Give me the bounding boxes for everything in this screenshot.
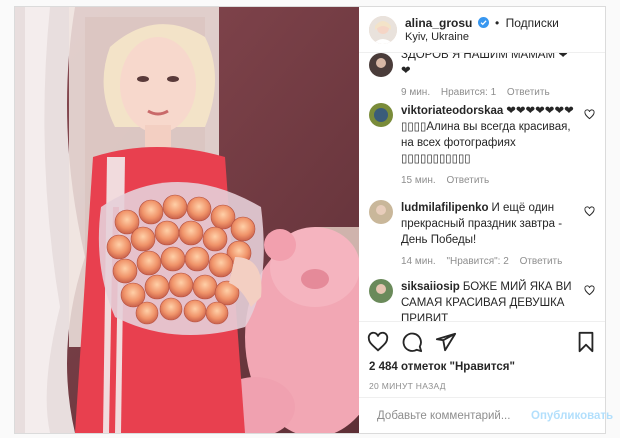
post-photo-illustration <box>15 7 359 433</box>
heart-icon[interactable] <box>584 206 595 217</box>
post-timestamp: 20 минут назад <box>369 381 446 391</box>
comment-avatar[interactable] <box>369 279 393 303</box>
comment-input[interactable] <box>377 409 531 422</box>
comment-reply-button[interactable]: Ответить <box>520 256 563 267</box>
author-avatar[interactable] <box>369 15 397 44</box>
comment-likes[interactable]: Нравится: 1 <box>441 87 496 98</box>
comment-text: ЗДОРОВ Я НАШИМ МАМАМ ❤❤ <box>401 53 568 77</box>
following-button[interactable]: Подписки <box>506 16 559 30</box>
heart-icon[interactable] <box>584 109 595 120</box>
comment-time: 15 мин. <box>401 175 436 186</box>
comment-likes[interactable]: "Нравится": 2 <box>446 256 508 267</box>
comment-avatar[interactable] <box>369 103 393 127</box>
like-heart-icon[interactable] <box>367 331 389 353</box>
separator-dot: • <box>495 15 500 30</box>
verified-badge-icon <box>477 16 489 28</box>
post-location[interactable]: Kyiv, Ukraine <box>405 30 559 44</box>
comment-item: siksaiiosip БОЖЕ МИЙ ЯКА ВИ САМАЯ КРАСИВА… <box>369 279 595 321</box>
comment-username[interactable]: viktoriateodorskaa <box>401 105 503 117</box>
comment-meta: 9 мин. Нравится: 1 Ответить <box>401 87 595 98</box>
comment-meta: 14 мин. "Нравится": 2 Ответить <box>401 256 595 267</box>
likes-count[interactable]: 2 484 отметок "Нравится" <box>359 361 605 377</box>
post-photo[interactable] <box>15 7 359 433</box>
comment-item: viktoriateodorskaa ❤❤❤❤❤❤❤▯▯▯▯Алина вы вс… <box>369 103 595 186</box>
add-comment-bar: Опубликовать <box>359 397 613 433</box>
comment-icon[interactable] <box>401 331 423 353</box>
comment-avatar[interactable] <box>369 53 393 77</box>
comments-list[interactable]: ЗДОРОВ Я НАШИМ МАМАМ ❤❤ 9 мин. Нравится:… <box>359 53 605 321</box>
share-icon[interactable] <box>435 331 457 353</box>
comment-item: ludmilafilipenko И ещё один прекрасный пр… <box>369 200 595 267</box>
instagram-post-modal: alina_grosu • Подписки Kyiv, Ukraine ЗДО… <box>14 6 613 434</box>
comment-time: 14 мин. <box>401 256 436 267</box>
comment-reply-button[interactable]: Ответить <box>446 175 489 186</box>
publish-button[interactable]: Опубликовать <box>531 410 613 422</box>
comment-avatar[interactable] <box>369 200 393 224</box>
post-header: alina_grosu • Подписки Kyiv, Ukraine <box>359 7 605 53</box>
page-background: alina_grosu • Подписки Kyiv, Ukraine ЗДО… <box>0 0 620 438</box>
bookmark-icon[interactable] <box>575 331 597 353</box>
comment-username[interactable]: ludmilafilipenko <box>401 202 489 214</box>
post-actions-bar <box>359 321 605 361</box>
comment-reply-button[interactable]: Ответить <box>507 87 550 98</box>
heart-icon[interactable] <box>584 285 595 296</box>
comment-time: 9 мин. <box>401 87 431 98</box>
post-side-panel: alina_grosu • Подписки Kyiv, Ukraine ЗДО… <box>359 7 613 433</box>
comment-item: ЗДОРОВ Я НАШИМ МАМАМ ❤❤ 9 мин. Нравится:… <box>369 53 595 98</box>
comment-meta: 15 мин. Ответить <box>401 175 595 186</box>
comment-username[interactable]: siksaiiosip <box>401 281 460 293</box>
author-username[interactable]: alina_grosu <box>405 16 472 30</box>
